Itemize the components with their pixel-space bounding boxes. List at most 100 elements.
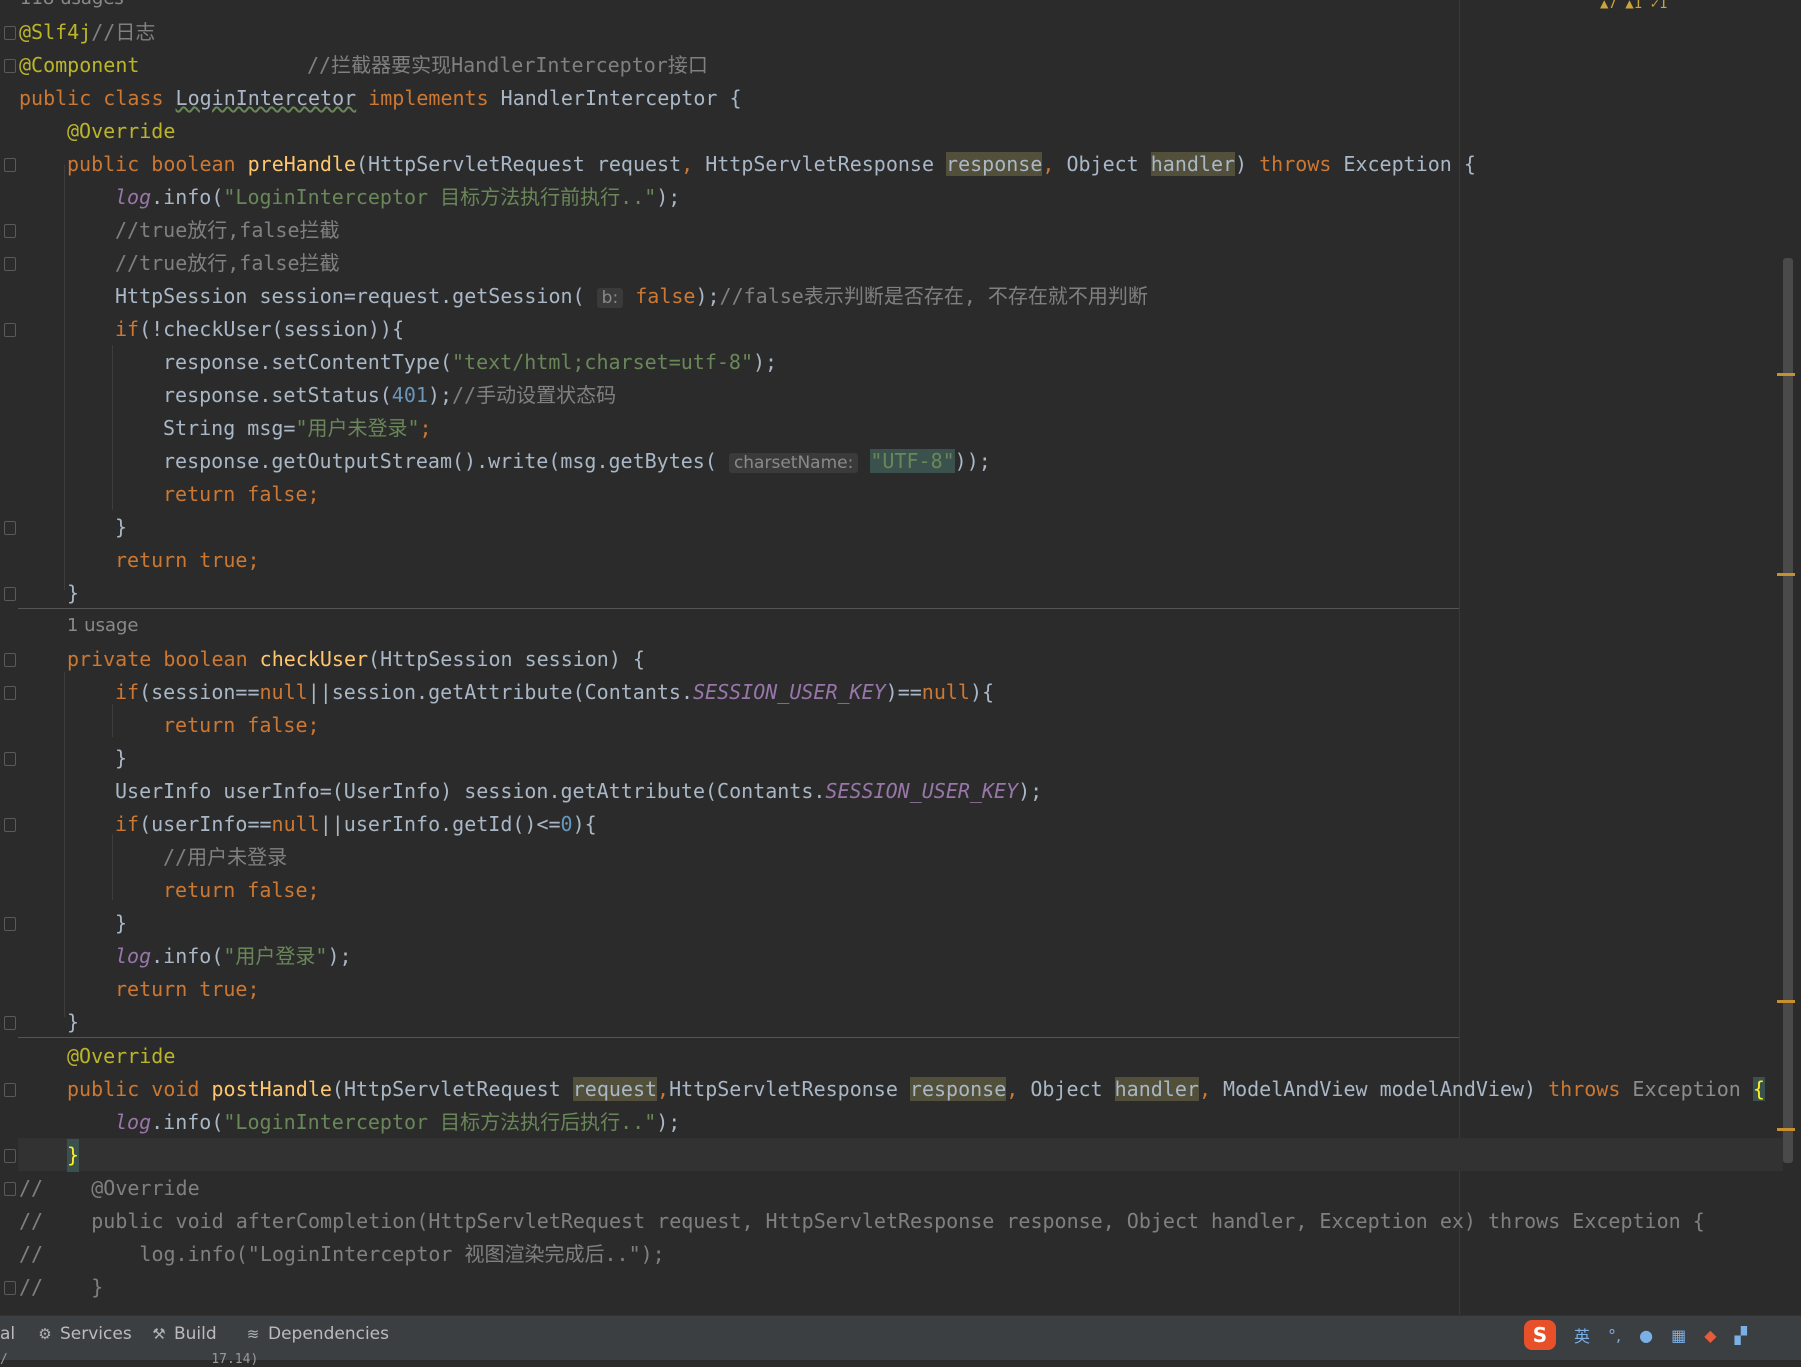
fold-marker[interactable]: [4, 1182, 16, 1196]
fold-marker[interactable]: [4, 224, 16, 238]
services-tab[interactable]: ⚙ Services: [36, 1324, 132, 1344]
comment: // log.info("LoginInterceptor 视图渲染完成后.."…: [19, 1242, 665, 1266]
code-text: (HttpSession session) {: [368, 647, 645, 671]
fold-marker[interactable]: [4, 59, 16, 73]
comment: //true放行,false拦截: [115, 251, 340, 275]
code-text: .info(: [151, 185, 224, 209]
scroll-warning-marker[interactable]: [1777, 1000, 1795, 1003]
code-text: UserInfo userInfo=(UserInfo) session.get…: [115, 779, 826, 803]
param-request[interactable]: request: [572, 1077, 658, 1101]
fold-marker[interactable]: [4, 257, 16, 271]
brace: }: [115, 746, 128, 770]
scroll-warning-marker[interactable]: [1777, 373, 1795, 376]
keyword: implements: [356, 86, 501, 110]
param-handler[interactable]: handler: [1114, 1077, 1199, 1101]
fold-marker[interactable]: [4, 818, 16, 832]
skin-icon[interactable]: ◆: [1704, 1326, 1716, 1345]
fold-marker[interactable]: [4, 1083, 16, 1097]
return-statement: return false;: [163, 482, 320, 506]
code-text: (!checkUser(session)){: [139, 317, 404, 341]
code-text: .info(: [151, 1110, 224, 1134]
usages-hint[interactable]: 118 usages: [20, 0, 124, 9]
dependencies-stack-icon: ≋: [246, 1325, 260, 1343]
comment: //false表示判断是否存在, 不存在就不用判断: [719, 284, 1148, 308]
keyword: null: [271, 812, 320, 836]
code-text: );: [1018, 779, 1043, 803]
brace: }: [115, 911, 128, 935]
scroll-warning-marker[interactable]: [1777, 1128, 1795, 1131]
string: "UTF-8": [870, 449, 955, 473]
vertical-scrollbar[interactable]: [1783, 258, 1793, 1163]
fold-marker[interactable]: [4, 521, 16, 535]
build-tab[interactable]: ⚒ Build: [150, 1324, 217, 1344]
string: "用户未登录": [295, 416, 420, 440]
brace-match: }: [67, 1139, 80, 1172]
brace: }: [67, 581, 80, 605]
usages-hint[interactable]: 1 usage: [67, 615, 139, 636]
method-checkuser[interactable]: checkUser: [260, 647, 368, 671]
parameter-hint: charsetName:: [728, 453, 859, 473]
fold-marker[interactable]: [4, 323, 16, 337]
code-text: response.getOutputStream().write(msg.get…: [163, 449, 717, 473]
fold-marker[interactable]: [4, 1149, 16, 1163]
fold-marker[interactable]: [4, 587, 16, 601]
code-text: (userInfo==: [139, 812, 272, 836]
scroll-warning-marker[interactable]: [1777, 573, 1795, 576]
punct: ,: [657, 1077, 670, 1101]
keyword: public class: [19, 86, 176, 110]
code-text: );: [656, 1110, 681, 1134]
annotation-override: @Override: [67, 1044, 176, 1068]
fold-marker[interactable]: [4, 158, 16, 172]
tool-window-fragment[interactable]: al: [0, 1324, 15, 1344]
comment: //日志: [91, 20, 156, 44]
services-label: Services: [60, 1324, 132, 1344]
fold-marker[interactable]: [4, 686, 16, 700]
dependencies-label: Dependencies: [268, 1324, 389, 1344]
param-response[interactable]: response: [946, 152, 1043, 176]
fold-marker[interactable]: [4, 653, 16, 667]
return-statement: return false;: [163, 878, 320, 902]
keyboard-icon[interactable]: ▦: [1671, 1326, 1686, 1345]
keyword: if: [115, 317, 140, 341]
tool-window-label: al: [0, 1324, 16, 1344]
fold-marker[interactable]: [4, 917, 16, 931]
dependencies-tab[interactable]: ≋ Dependencies: [244, 1324, 389, 1344]
code-text: Object: [1066, 152, 1151, 176]
annotation-slf4j: @Slf4j: [19, 20, 92, 44]
keyword: null: [259, 680, 308, 704]
sogou-ime-icon[interactable]: S: [1524, 1320, 1556, 1350]
code-text: ||userInfo.getId()<=: [319, 812, 561, 836]
microphone-icon[interactable]: ●: [1639, 1326, 1653, 1345]
code-editor[interactable]: ▲7 ▲1 ✓1 118 usages @Slf4j//日志 @Componen…: [0, 0, 1801, 1315]
ime-punctuation[interactable]: °,: [1608, 1326, 1621, 1345]
ime-language[interactable]: 英: [1574, 1323, 1590, 1347]
comment: // public void afterCompletion(HttpServl…: [19, 1209, 1705, 1233]
code-text: );: [695, 284, 720, 308]
code-text: HttpServletResponse: [669, 1077, 910, 1101]
param-response[interactable]: response: [909, 1077, 1007, 1101]
param-handler[interactable]: handler: [1150, 152, 1236, 176]
code-text: );: [327, 944, 352, 968]
comment: // @Override: [19, 1176, 200, 1200]
indent-guide: [112, 704, 113, 737]
services-gear-icon: ⚙: [38, 1325, 52, 1343]
fold-marker[interactable]: [4, 752, 16, 766]
indent-guide: [64, 672, 65, 1017]
log-field: log: [115, 1110, 152, 1134]
code-text: ): [1235, 152, 1260, 176]
status-fragment: / 17.14): [0, 1352, 259, 1367]
inspection-widget-icon[interactable]: ▲7 ▲1 ✓1: [1600, 0, 1667, 12]
grid-menu-icon[interactable]: ▞: [1735, 1326, 1747, 1345]
method-prehandle[interactable]: preHandle: [248, 152, 356, 176]
code-text: Exception {: [1331, 152, 1476, 176]
fold-marker[interactable]: [4, 1281, 16, 1295]
keyword: public void: [67, 1077, 212, 1101]
annotation-override: @Override: [67, 119, 176, 143]
class-name[interactable]: LoginIntercetor: [176, 86, 357, 110]
method-posthandle[interactable]: postHandle: [212, 1077, 332, 1101]
fold-marker[interactable]: [4, 26, 16, 40]
fold-marker[interactable]: [4, 1016, 16, 1030]
log-field: log: [115, 185, 152, 209]
build-label: Build: [174, 1324, 217, 1344]
code-text: HttpSession session=request.getSession(: [115, 284, 585, 308]
